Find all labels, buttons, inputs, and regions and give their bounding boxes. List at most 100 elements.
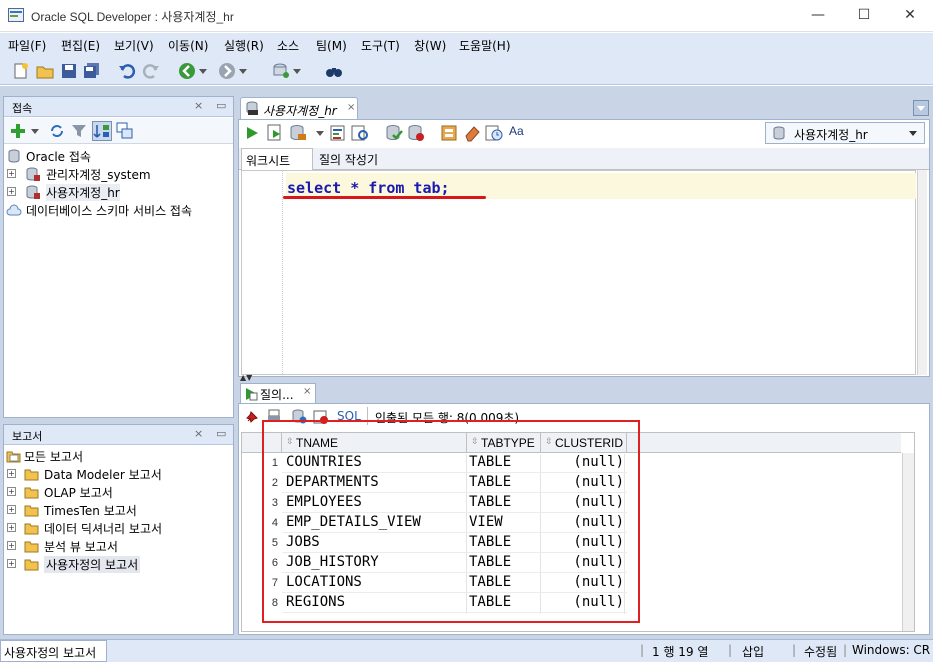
expand-icon[interactable]: + <box>7 523 16 532</box>
panel-minimize-icon[interactable]: ▭ <box>216 99 226 112</box>
tab-query-result[interactable]: 질의... × <box>240 383 316 403</box>
menu-file[interactable]: 파일(F) <box>8 37 46 54</box>
worksheet-toolbar: Aa 사용자계정_hr <box>239 120 929 148</box>
line-ending-status: Windows: CR <box>852 643 931 657</box>
expand-icon[interactable]: + <box>7 541 16 550</box>
database-migrate-icon[interactable] <box>272 62 290 80</box>
tab-worksheet-label: 워크시트 <box>246 154 291 168</box>
expand-icon[interactable]: + <box>7 487 16 496</box>
status-separator: | <box>640 643 645 657</box>
close-tab-icon[interactable]: × <box>347 102 355 113</box>
tab-sql-worksheet[interactable]: 사용자계정_hr × <box>240 97 358 119</box>
menu-help[interactable]: 도움말(H) <box>459 37 511 54</box>
connection-select[interactable]: 사용자계정_hr <box>765 122 925 144</box>
close-tab-icon[interactable]: × <box>303 386 311 397</box>
expand-icon[interactable]: + <box>7 505 16 514</box>
pin-icon[interactable] <box>245 410 259 424</box>
back-dropdown-icon[interactable] <box>198 62 208 80</box>
result-tab-label: 질의... <box>260 388 294 402</box>
maximize-button[interactable]: ☐ <box>841 0 887 32</box>
connections-panel-title: 접속 <box>12 102 33 115</box>
commit-icon[interactable] <box>385 124 403 142</box>
folder-icon <box>24 505 39 517</box>
menu-navigate[interactable]: 이동(N) <box>168 37 208 54</box>
rollback-icon[interactable] <box>407 124 425 142</box>
autotrace-icon[interactable] <box>289 124 307 142</box>
menu-view[interactable]: 보기(V) <box>114 37 154 54</box>
splitter-arrows-icon[interactable]: ▲▼ <box>240 374 270 382</box>
expand-icon[interactable]: + <box>7 169 16 178</box>
forward-dropdown-icon[interactable] <box>238 62 248 80</box>
panel-close-icon[interactable]: × <box>194 427 203 440</box>
unshared-worksheet-icon[interactable] <box>441 124 459 142</box>
connections-toolbar <box>4 118 233 144</box>
editor-scrollbar[interactable] <box>917 170 927 375</box>
folder-icon <box>24 487 39 499</box>
panel-close-icon[interactable]: × <box>194 99 203 112</box>
tree-item-label: 데이터 딕셔너리 보고서 <box>44 522 163 536</box>
insert-mode: 삽입 <box>742 645 765 659</box>
menu-tools[interactable]: 도구(T) <box>361 37 400 54</box>
cursor-position: 1 행 19 열 <box>652 645 709 659</box>
sql-history-icon[interactable] <box>485 124 503 142</box>
sql-code-editor[interactable]: select * from tab; <box>241 170 916 375</box>
tree-item-label: Data Modeler 보고서 <box>44 468 162 482</box>
cloud-icon <box>6 204 22 216</box>
menu-run[interactable]: 실행(R) <box>224 37 264 54</box>
new-file-icon[interactable] <box>12 62 30 80</box>
grid-scrollbar[interactable] <box>902 453 914 631</box>
panel-minimize-icon[interactable]: ▭ <box>216 427 226 440</box>
worksheet-subtabs: 워크시트 질의 작성기 <box>239 148 929 170</box>
sql-worksheet-icon <box>246 101 258 115</box>
modified-status: 수정됨 <box>804 645 838 659</box>
menu-bar: 파일(F) 편집(E) 보기(V) 이동(N) 실행(R) 소스 팀(M) 도구… <box>0 33 933 57</box>
tree-item-label: 관리자계정_system <box>46 168 151 182</box>
save-all-icon[interactable] <box>83 62 101 80</box>
window-layout-icon[interactable] <box>116 122 134 140</box>
migrate-dropdown-icon[interactable] <box>292 62 302 80</box>
run-statement-icon[interactable] <box>245 126 259 140</box>
add-connection-dropdown-icon[interactable] <box>30 123 40 139</box>
menu-window[interactable]: 창(W) <box>414 37 446 54</box>
document-list-icon[interactable] <box>913 100 929 116</box>
menu-edit[interactable]: 편집(E) <box>61 37 100 54</box>
tab-query-builder[interactable]: 질의 작성기 <box>319 151 378 168</box>
filter-icon[interactable] <box>70 122 88 140</box>
format-case-icon[interactable]: Aa <box>509 124 524 138</box>
tab-worksheet[interactable]: 워크시트 <box>241 148 313 170</box>
tree-item-label: OLAP 보고서 <box>44 486 113 500</box>
autotrace-dropdown-icon[interactable] <box>315 126 325 140</box>
connection-select-value: 사용자계정_hr <box>794 128 868 142</box>
editor-tab-label: 사용자계정_hr <box>263 104 337 118</box>
run-script-icon[interactable] <box>267 124 283 142</box>
connection-icon <box>26 167 40 181</box>
chevron-down-icon <box>909 131 917 136</box>
expand-icon[interactable]: + <box>7 469 16 478</box>
tree-item-label: 사용자정의 보고서 <box>44 556 141 573</box>
open-folder-icon[interactable] <box>36 62 54 80</box>
menu-source[interactable]: 소스 <box>277 37 299 54</box>
expand-icon[interactable]: + <box>7 187 16 196</box>
undo-icon[interactable] <box>118 62 136 80</box>
close-window-button[interactable]: ✕ <box>887 0 933 32</box>
tree-item-label: 사용자계정_hr <box>46 184 120 201</box>
sql-statement: select * from tab; <box>287 179 450 197</box>
save-icon[interactable] <box>60 62 78 80</box>
schema-browser-icon[interactable] <box>92 121 112 141</box>
minimize-button[interactable]: — <box>795 0 841 32</box>
connection-icon <box>773 126 785 140</box>
sql-tuning-advisor-icon[interactable] <box>351 124 369 142</box>
explain-plan-icon[interactable] <box>329 124 347 142</box>
redo-icon[interactable] <box>142 62 160 80</box>
reports-panel: 보고서 × ▭ 모든 보고서 + Data Modeler 보고서 + OLAP… <box>3 424 234 635</box>
back-icon[interactable] <box>178 62 196 80</box>
title-bar: Oracle SQL Developer : 사용자계정_hr — ☐ ✕ <box>0 0 933 32</box>
refresh-icon[interactable] <box>48 122 66 140</box>
clear-eraser-icon[interactable] <box>463 124 481 142</box>
binoculars-icon[interactable] <box>325 62 343 80</box>
forward-icon[interactable] <box>218 62 236 80</box>
expand-icon[interactable]: + <box>7 559 16 568</box>
add-connection-icon[interactable] <box>10 123 26 139</box>
folder-icon <box>24 541 39 553</box>
menu-team[interactable]: 팀(M) <box>316 37 347 54</box>
